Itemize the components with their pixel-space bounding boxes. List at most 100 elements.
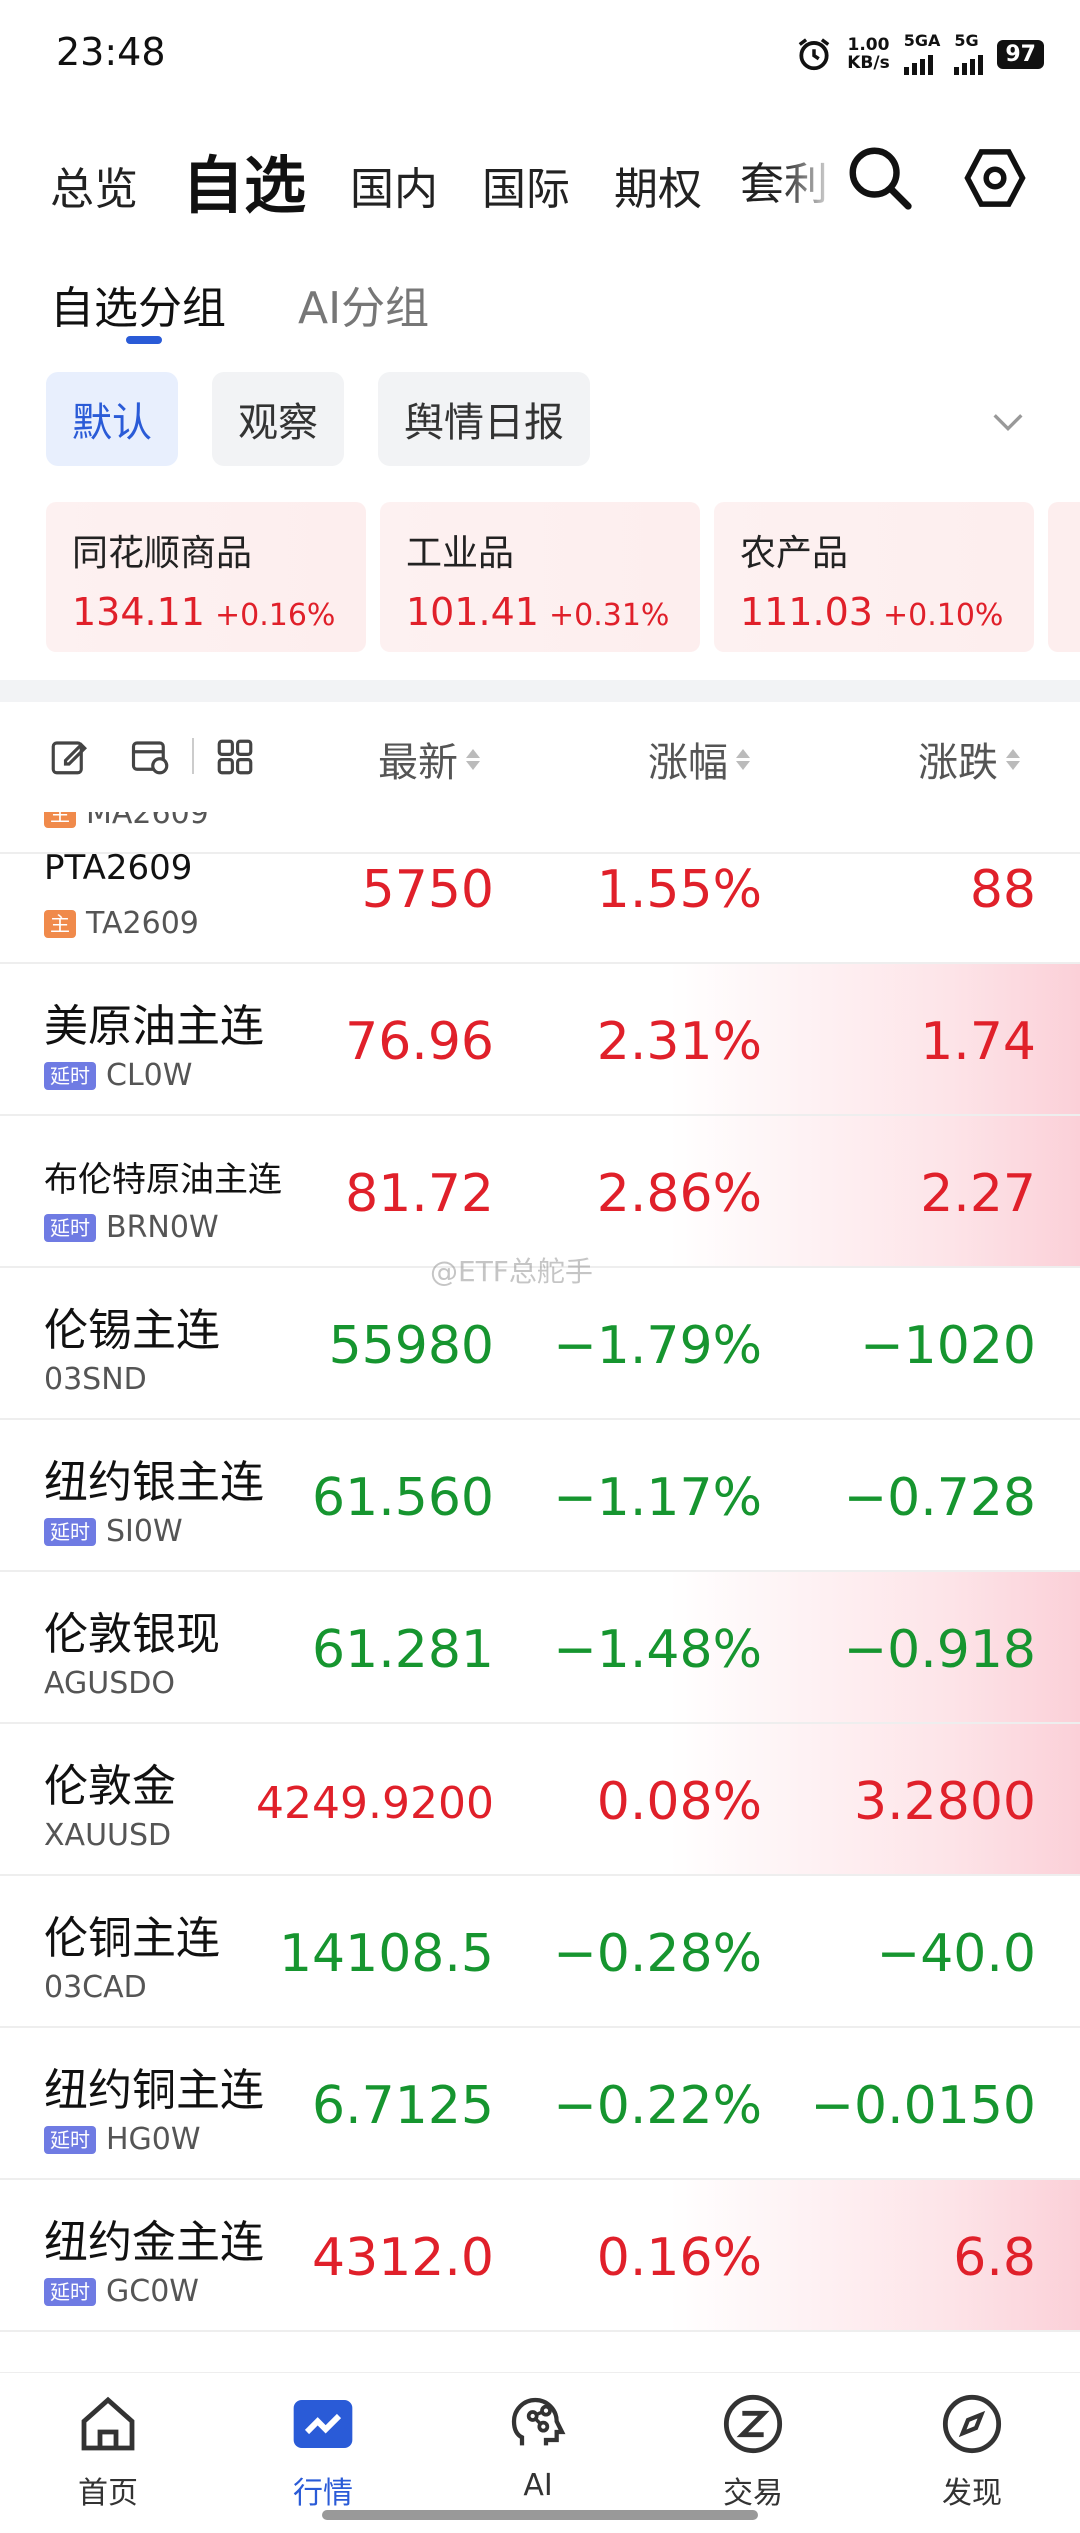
- network-speed: 1.00 KB/s: [847, 35, 890, 73]
- tab-overview[interactable]: 总览: [50, 160, 138, 220]
- table-row[interactable]: 纽约银主连 延时 SI0W 61.560 −1.17% −0.728: [0, 1420, 1080, 1572]
- row-latest: 4312.0: [312, 2228, 494, 2288]
- row-name: 美原油主连: [44, 1001, 264, 1052]
- tab-international[interactable]: 国际: [482, 160, 570, 220]
- row-name: 纽约铜主连: [44, 2065, 264, 2116]
- nav-ai[interactable]: AI: [468, 2392, 608, 2503]
- ai-head-icon: [511, 2397, 566, 2446]
- sort-icon: [466, 748, 480, 770]
- main-contract-tag: 主: [44, 909, 76, 938]
- signal-5ga-icon: 5GA: [903, 33, 940, 75]
- table-row[interactable]: 伦铜主连 03CAD 14108.5 −0.28% −40.0: [0, 1876, 1080, 2028]
- row-change: −0.728: [843, 1468, 1036, 1528]
- tab-domestic[interactable]: 国内: [350, 160, 438, 220]
- tab-watchlist[interactable]: 自选: [182, 152, 306, 220]
- tab-custom-groups[interactable]: 自选分组: [50, 272, 226, 344]
- column-change[interactable]: 涨跌: [918, 730, 1020, 788]
- row-change: −0.918: [843, 1620, 1036, 1680]
- chip-watch[interactable]: 观察: [212, 372, 344, 466]
- row-change: −40.0: [876, 1924, 1036, 1984]
- row-change-pct: 2.86%: [596, 1164, 762, 1224]
- index-card[interactable]: 农产品 111.03 +0.10%: [714, 502, 1034, 652]
- row-change: 3.2800: [854, 1772, 1036, 1832]
- table-row[interactable]: 伦敦金 XAUUSD 4249.9200 0.08% 3.2800: [0, 1724, 1080, 1876]
- group-settings-icon[interactable]: [130, 736, 172, 778]
- row-code: AGUSDO: [44, 1666, 175, 1701]
- trade-icon: [723, 2394, 783, 2454]
- home-indicator[interactable]: [322, 2510, 758, 2520]
- index-change: +0.16%: [214, 598, 336, 633]
- header-separator: [192, 738, 194, 774]
- row-change: 6.8: [953, 2228, 1036, 2288]
- group-tabs: 自选分组 AI分组: [50, 272, 429, 344]
- row-change-pct: −1.17%: [553, 1468, 762, 1528]
- delayed-tag: 延时: [44, 1213, 96, 1242]
- delayed-tag: 延时: [44, 1517, 96, 1546]
- chip-sentiment-daily[interactable]: 舆情日报: [378, 372, 590, 466]
- column-latest[interactable]: 最新: [378, 730, 480, 788]
- table-row[interactable]: 布伦特原油主连 延时 BRN0W 81.72 2.86% 2.27: [0, 1116, 1080, 1268]
- row-latest: 6.7125: [312, 2076, 494, 2136]
- row-change: 2.27: [920, 1164, 1036, 1224]
- chevron-down-icon[interactable]: [988, 402, 1028, 442]
- nav-discover[interactable]: 发现: [902, 2392, 1042, 2512]
- table-row[interactable]: 纽约金主连 延时 GC0W 4312.0 0.16% 6.8: [0, 2180, 1080, 2332]
- index-card[interactable]: 工业品 101.41 +0.31%: [380, 502, 700, 652]
- grid-view-icon[interactable]: [214, 736, 256, 778]
- index-price: 101.41: [406, 590, 539, 634]
- home-icon: [81, 2396, 135, 2451]
- row-change-pct: 0.16%: [596, 2228, 762, 2288]
- column-change-pct[interactable]: 涨幅: [648, 730, 750, 788]
- nav-home[interactable]: 首页: [38, 2392, 178, 2512]
- row-change-pct: 0.08%: [596, 1772, 762, 1832]
- nav-market[interactable]: 行情: [253, 2392, 393, 2512]
- row-code: CL0W: [106, 1058, 193, 1093]
- table-row[interactable]: 美原油主连 延时 CL0W 76.96 2.31% 1.74: [0, 964, 1080, 1116]
- row-code: XAUUSD: [44, 1818, 172, 1853]
- index-card[interactable]: 同花顺商品 134.11 +0.16%: [46, 502, 366, 652]
- battery-icon: 97: [997, 39, 1044, 69]
- row-latest: 76.96: [345, 1012, 494, 1072]
- row-change: 88: [969, 860, 1036, 920]
- row-latest: 5750: [361, 860, 494, 920]
- alarm-icon: [798, 38, 830, 71]
- chip-default[interactable]: 默认: [46, 372, 178, 466]
- table-row[interactable]: 伦锡主连 03SND 55980 −1.79% −1020: [0, 1268, 1080, 1420]
- status-icons: 1.00 KB/s 5GA 5G 97: [795, 33, 1044, 75]
- nav-trade[interactable]: 交易: [683, 2392, 823, 2512]
- index-price: 134.11: [72, 590, 205, 634]
- table-row[interactable]: 伦敦银现 AGUSDO 61.281 −1.48% −0.918: [0, 1572, 1080, 1724]
- search-icon[interactable]: [844, 142, 914, 212]
- watermark: @ETF总舵手: [430, 1255, 593, 1288]
- row-latest: 14108.5: [278, 1924, 494, 1984]
- index-cards: 同花顺商品 134.11 +0.16% 工业品 101.41 +0.31% 农产品 …: [46, 502, 1080, 652]
- row-code: 03SND: [44, 1362, 147, 1397]
- top-tabs: 总览 自选 国内 国际 期权: [50, 140, 702, 220]
- index-price: 111.03: [740, 590, 873, 634]
- index-change: +0.31%: [548, 598, 670, 633]
- delayed-tag: 延时: [44, 2125, 96, 2154]
- row-change-pct: −0.22%: [553, 2076, 762, 2136]
- row-change: −0.0150: [810, 2076, 1036, 2136]
- row-name: 纽约金主连: [44, 2217, 264, 2268]
- status-time: 23:48: [56, 30, 166, 74]
- index-card-peek[interactable]: [1048, 502, 1080, 652]
- row-latest: 81.72: [345, 1164, 494, 1224]
- row-change-pct: 2.31%: [596, 1012, 762, 1072]
- row-change: −1020: [860, 1316, 1036, 1376]
- settings-hexagon-icon[interactable]: [962, 145, 1028, 211]
- row-change-pct: −1.48%: [553, 1620, 762, 1680]
- table-row[interactable]: PTA2609 主 TA2609 5750 1.55% 88: [0, 812, 1080, 964]
- active-tab-indicator: [126, 336, 162, 344]
- row-latest: 61.560: [312, 1468, 494, 1528]
- edit-icon[interactable]: [48, 736, 90, 778]
- table-row[interactable]: 纽约铜主连 延时 HG0W 6.7125 −0.22% −0.0150: [0, 2028, 1080, 2180]
- sort-icon: [1006, 748, 1020, 770]
- tab-ai-groups[interactable]: AI分组: [298, 272, 429, 336]
- row-code: 03CAD: [44, 1970, 147, 2005]
- tab-arbitrage[interactable]: 套利: [740, 145, 840, 225]
- row-name: 伦敦金: [44, 1761, 176, 1812]
- row-latest: 4249.9200: [256, 1778, 494, 1829]
- tab-options[interactable]: 期权: [614, 160, 702, 220]
- sort-icon: [736, 748, 750, 770]
